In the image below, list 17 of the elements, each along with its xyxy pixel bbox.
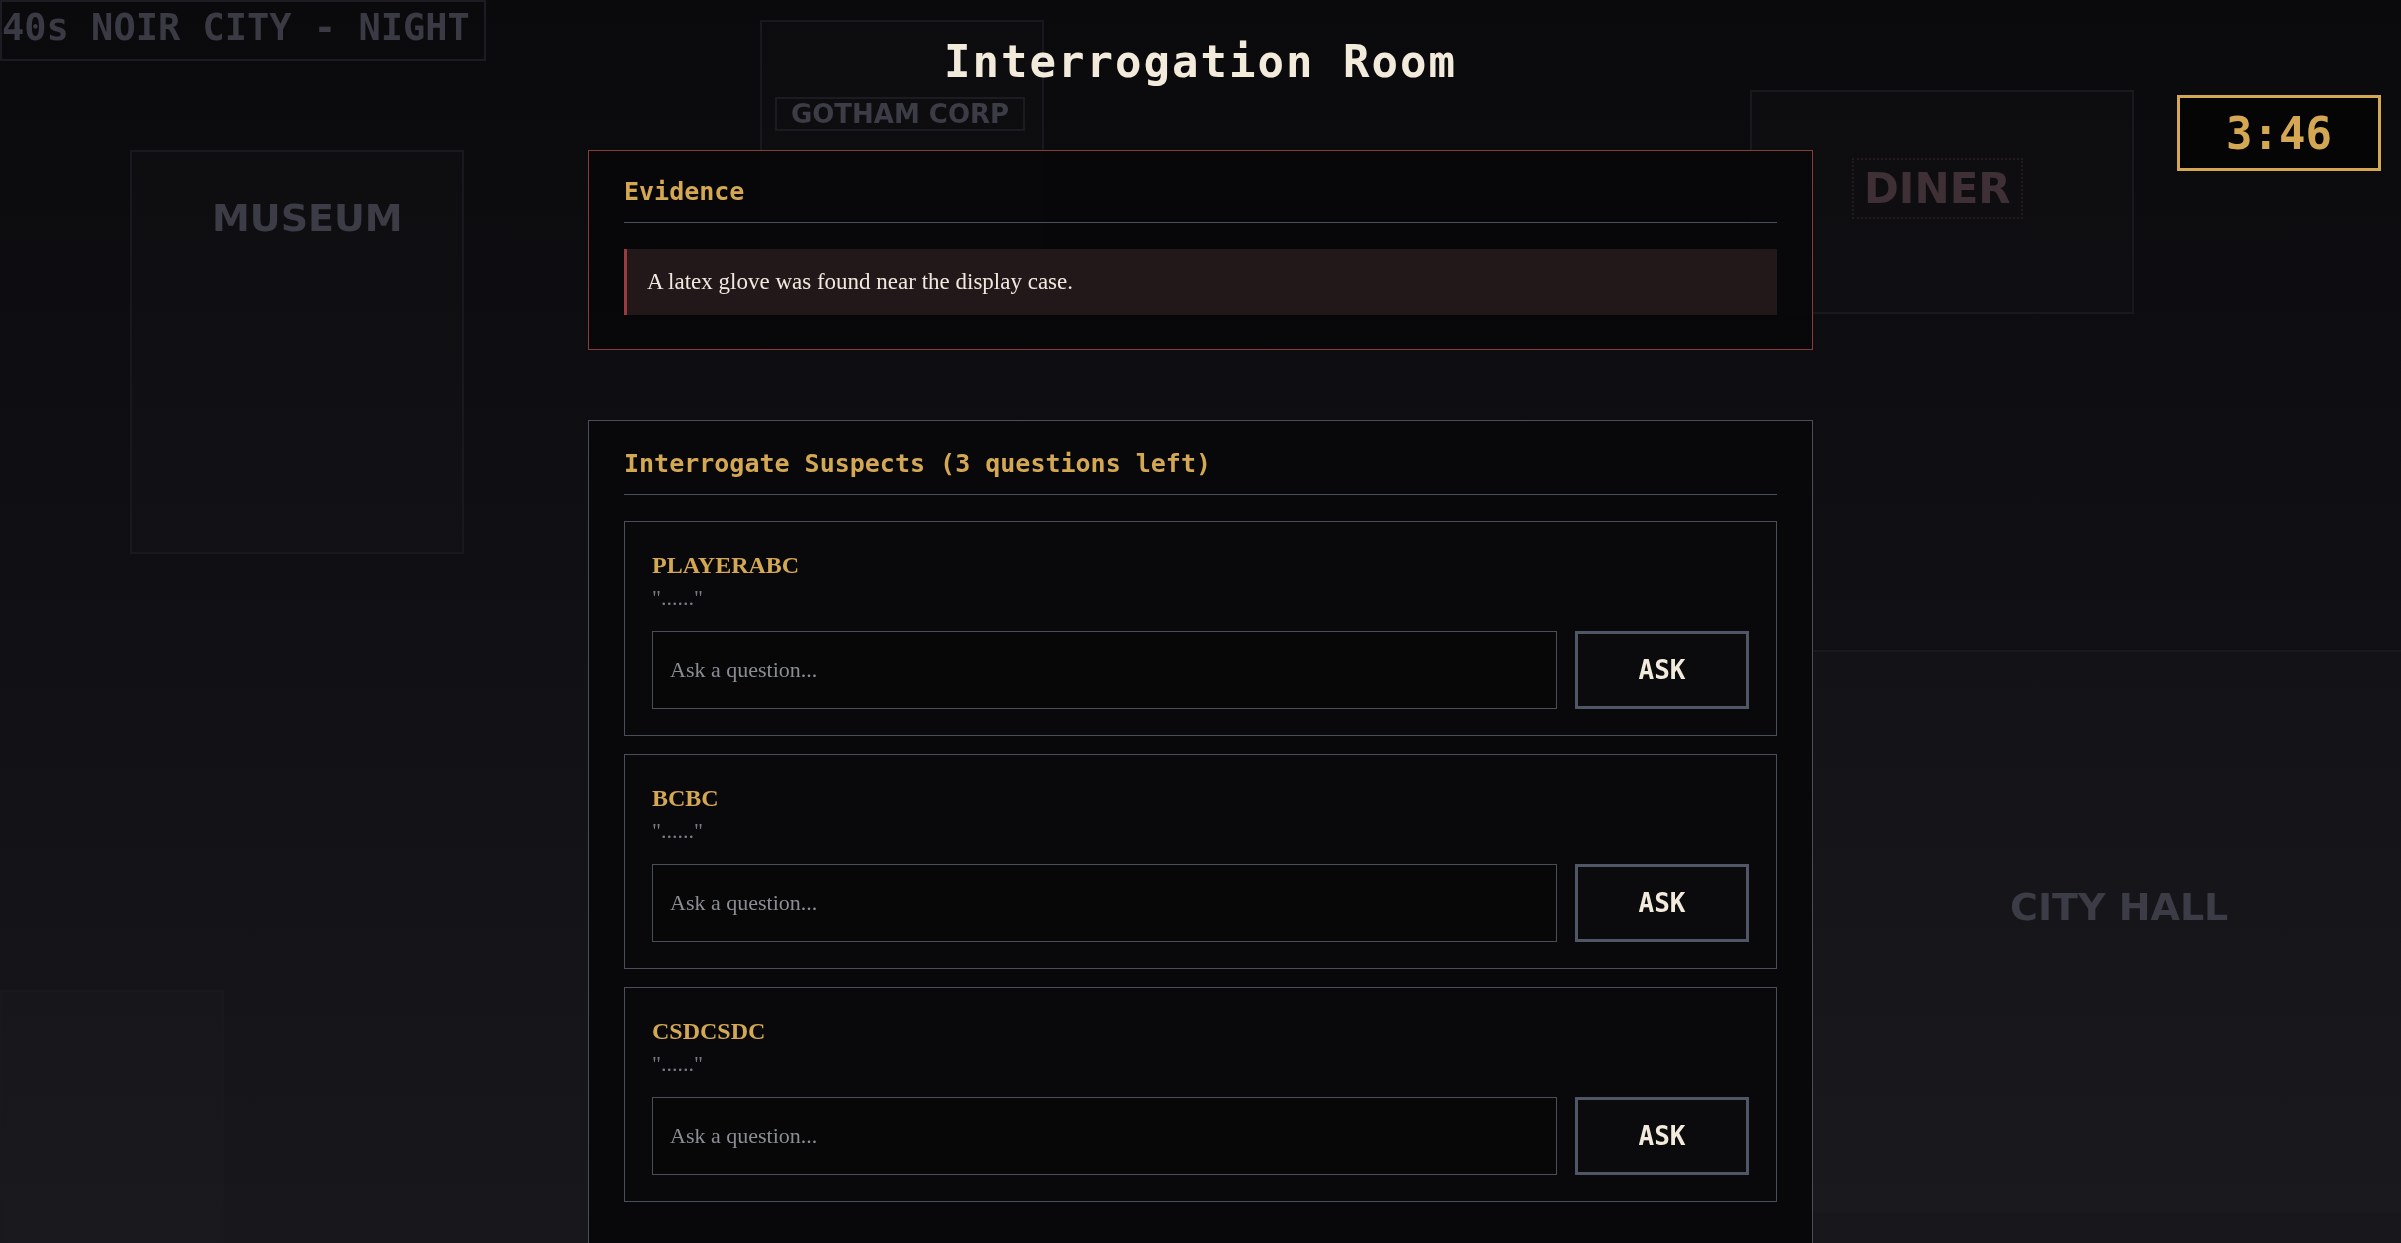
suspect-name: PLAYERABC <box>652 552 801 580</box>
ask-button[interactable]: ASK <box>1575 631 1749 710</box>
suspect-reply: "......" <box>652 585 704 612</box>
ask-button[interactable]: ASK <box>1575 864 1749 943</box>
question-field[interactable]: Ask a question... <box>652 631 1557 710</box>
countdown-timer: 3:46 <box>2177 95 2381 171</box>
question-field[interactable]: Ask a question... <box>652 1097 1557 1176</box>
suspect-name: CSDCSDC <box>652 1018 767 1046</box>
page-title: Interrogation Room <box>944 38 1457 87</box>
section-heading: Evidence <box>624 177 1777 224</box>
ask-button[interactable]: ASK <box>1575 1097 1749 1176</box>
section-heading: Interrogate Suspects (3 questions left) <box>624 449 1777 496</box>
question-field[interactable]: Ask a question... <box>652 864 1557 943</box>
suspect-name: BCBC <box>652 785 720 813</box>
suspect-reply: "......" <box>652 818 704 845</box>
suspect-reply: "......" <box>652 1051 704 1078</box>
evidence-item: A latex glove was found near the display case. <box>624 249 1777 316</box>
